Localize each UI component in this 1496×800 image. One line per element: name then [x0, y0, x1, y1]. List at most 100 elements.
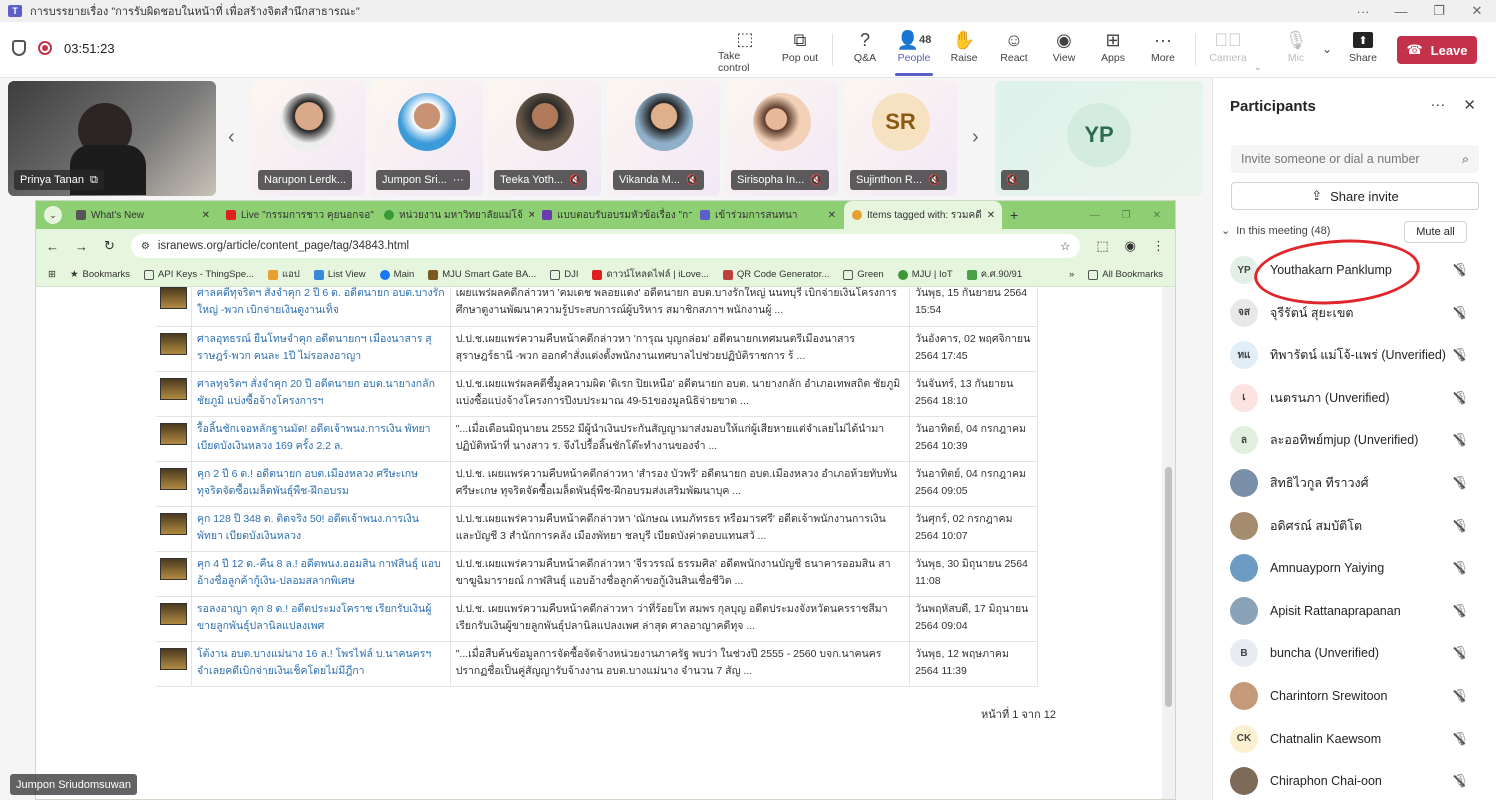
apps-grid-icon[interactable]: ⊞	[48, 269, 56, 280]
news-title-link[interactable]: คุก 4 ปี 12 ด.-คืน 8 ล.! อดีตพนง.ออมสิน …	[191, 551, 451, 597]
leave-button[interactable]: ☎ Leave	[1397, 36, 1477, 64]
people-button[interactable]: 👤 48 People	[893, 28, 935, 76]
more-options-icon[interactable]: ···	[1344, 0, 1382, 22]
participant-row[interactable]: ล ละออทิพย์mjup (Unverified)	[1213, 419, 1496, 461]
site-info-icon[interactable]: ⚙	[141, 241, 150, 252]
news-thumbnail[interactable]	[160, 557, 187, 580]
qa-button[interactable]: ? Q&A	[847, 28, 883, 74]
apps-button[interactable]: ⊞ Apps	[1095, 28, 1131, 74]
page-scrollbar[interactable]	[1162, 287, 1175, 799]
participant-row[interactable]: CK Chatnalin Kaewsom	[1213, 718, 1496, 760]
news-title-link[interactable]: ศาลทุจริตฯ สั่งจำคุก 20 ปี อดีตนายก อบต.…	[191, 371, 451, 417]
browser-tab[interactable]: Live "กรรมการชาว คุยนอกจอ"✕	[218, 201, 376, 229]
participant-row[interactable]: Chiraphon Chai-oon	[1213, 760, 1496, 800]
close-tab-icon[interactable]: ✕	[202, 210, 210, 221]
back-icon[interactable]: ←	[46, 239, 59, 254]
mic-off-icon[interactable]	[1452, 731, 1469, 747]
bookmark-item[interactable]: ค.ศ.90/91	[966, 267, 1022, 282]
mic-off-icon[interactable]	[1452, 347, 1469, 363]
forward-icon[interactable]: →	[75, 239, 88, 254]
participant-row[interactable]: อดิศรณ์ สมบัติโต	[1213, 505, 1496, 547]
participant-row[interactable]: สิทธิไวกูล ทีราวงศ์	[1213, 462, 1496, 504]
mic-off-icon[interactable]	[1452, 305, 1469, 321]
react-button[interactable]: ☺ React	[996, 28, 1032, 74]
news-thumbnail[interactable]	[160, 287, 187, 309]
camera-button[interactable]: ▭⃠ Camera	[1208, 28, 1248, 74]
mic-off-icon[interactable]	[1452, 688, 1469, 704]
video-tile[interactable]: Jumpon Sri... ···	[370, 81, 483, 196]
participant-row[interactable]: Charintorn Srewitoon	[1213, 675, 1496, 717]
mic-off-icon[interactable]	[1452, 475, 1469, 491]
news-title-link[interactable]: คุก 128 ปี 348 ด. ติดจริง 50! อดีตเจ้าพน…	[191, 506, 451, 552]
news-thumbnail[interactable]	[160, 467, 187, 490]
reload-icon[interactable]: ↻	[104, 238, 115, 254]
maximize-button[interactable]: ❐	[1420, 0, 1458, 22]
take-control-button[interactable]: ⬚ Take control	[718, 28, 772, 75]
all-bookmarks[interactable]: All Bookmarks	[1088, 269, 1163, 280]
extensions-icon[interactable]: ⬚	[1096, 238, 1108, 254]
browser-tab[interactable]: เข้าร่วมการสนทนา ✕	[692, 201, 844, 229]
close-panel-icon[interactable]: ✕	[1463, 96, 1476, 114]
close-icon[interactable]: ✕	[1153, 210, 1161, 221]
minimize-button[interactable]: —	[1382, 0, 1420, 22]
mic-off-icon[interactable]	[1452, 773, 1469, 789]
video-tile-presenter[interactable]: Prinya Tanan ⧉	[8, 81, 216, 196]
url-input[interactable]: ⚙ isranews.org/article/content_page/tag/…	[130, 234, 1081, 258]
video-tile[interactable]: Sirisopha In... 🔇	[725, 81, 838, 196]
bookmark-item[interactable]: ★ Bookmarks	[70, 269, 130, 280]
news-thumbnail[interactable]	[160, 332, 187, 355]
in-meeting-section-header[interactable]: ⌄ In this meeting (48)	[1221, 224, 1330, 238]
mic-off-icon[interactable]	[1452, 560, 1469, 576]
participant-row[interactable]: Amnuayporn Yaiying	[1213, 547, 1496, 589]
bookmark-item[interactable]: MJU Smart Gate BA...	[428, 269, 536, 280]
more-options-icon[interactable]: ···	[1430, 96, 1445, 114]
news-title-link[interactable]: รอลงอาญา คุก 8 ด.! อดีตประมงโคราช เรียกร…	[191, 596, 451, 642]
bookmark-item[interactable]: API Keys - ThingSpe...	[144, 269, 254, 280]
bookmark-item[interactable]: Main	[379, 269, 414, 280]
participant-row[interactable]: เ เนตรนภา (Unverified)	[1213, 377, 1496, 419]
scrollbar-thumb[interactable]	[1165, 467, 1172, 707]
bookmark-item[interactable]: ดาวน์โหลดไฟล์ | iLove...	[592, 267, 709, 282]
tab-search-icon[interactable]: ⌄	[44, 206, 62, 224]
minimize-icon[interactable]: —	[1090, 210, 1100, 221]
more-icon[interactable]: ···	[453, 174, 464, 186]
video-tile[interactable]: SR Sujinthon R... 🔇	[844, 81, 957, 196]
news-thumbnail[interactable]	[160, 512, 187, 535]
bookmark-item[interactable]: MJU | IoT	[897, 269, 953, 280]
browser-menu-icon[interactable]: ⋮	[1152, 238, 1165, 254]
raise-hand-button[interactable]: ✋ Raise	[946, 28, 982, 74]
browser-tab-active[interactable]: Items tagged with: รวมคดี ✕	[844, 201, 1002, 229]
bookmark-item[interactable]: QR Code Generator...	[722, 269, 829, 280]
news-title-link[interactable]: รื้อลิ้นชักเจอหลักฐานมัด! อดีตเจ้าพนง.กา…	[191, 416, 451, 462]
maximize-icon[interactable]: ❐	[1122, 210, 1131, 221]
more-button[interactable]: ··· More	[1145, 28, 1181, 74]
bookmark-item[interactable]: แอป	[267, 267, 300, 282]
mic-off-icon[interactable]	[1452, 645, 1469, 661]
participant-row[interactable]: Bbuncha (Unverified)	[1213, 632, 1496, 674]
mic-off-icon[interactable]	[1452, 262, 1469, 278]
more-bookmarks-icon[interactable]: »	[1069, 269, 1074, 280]
mute-all-button[interactable]: Mute all	[1404, 221, 1467, 243]
news-thumbnail[interactable]	[160, 602, 187, 625]
participant-row[interactable]: ทแ ทิพารัตน์ แม่โจ้-แพร่ (Unverified)	[1213, 334, 1496, 376]
bookmark-star-icon[interactable]: ☆	[1060, 239, 1070, 253]
mic-off-icon[interactable]	[1452, 432, 1469, 448]
close-tab-icon[interactable]: ✕	[987, 210, 995, 221]
gallery-next-arrow-icon[interactable]: ›	[972, 126, 979, 149]
share-invite-button[interactable]: ⇪ Share invite	[1231, 182, 1479, 210]
mic-off-icon[interactable]	[1452, 390, 1469, 406]
news-thumbnail[interactable]	[160, 647, 187, 670]
mic-off-icon[interactable]	[1452, 603, 1469, 619]
browser-tab[interactable]: What's New ✕	[68, 201, 218, 229]
share-button[interactable]: ⬆ Share	[1344, 28, 1382, 74]
browser-tab[interactable]: แบบตอบรับอบรมหัวข้อเรื่อง "การ✕	[534, 201, 692, 229]
video-tile[interactable]: Teeka Yoth... 🔇	[488, 81, 601, 196]
participant-row[interactable]: Apisit Rattanaprapanan	[1213, 590, 1496, 632]
news-title-link[interactable]: โต้งาน อบต.บางแม่นาง 16 ล.! โพรไฟล์ บ.นา…	[191, 641, 451, 687]
bookmark-item[interactable]: List View	[313, 269, 366, 280]
video-tile[interactable]: YP 🔇	[995, 81, 1203, 196]
news-title-link[interactable]: ศาลอุทธรณ์ ยืนโทษจำคุก อดีตนายกฯ เมืองนา…	[191, 326, 451, 372]
video-tile[interactable]: Vikanda M... 🔇	[607, 81, 720, 196]
news-thumbnail[interactable]	[160, 422, 187, 445]
bookmark-item[interactable]: DJI	[550, 269, 578, 280]
